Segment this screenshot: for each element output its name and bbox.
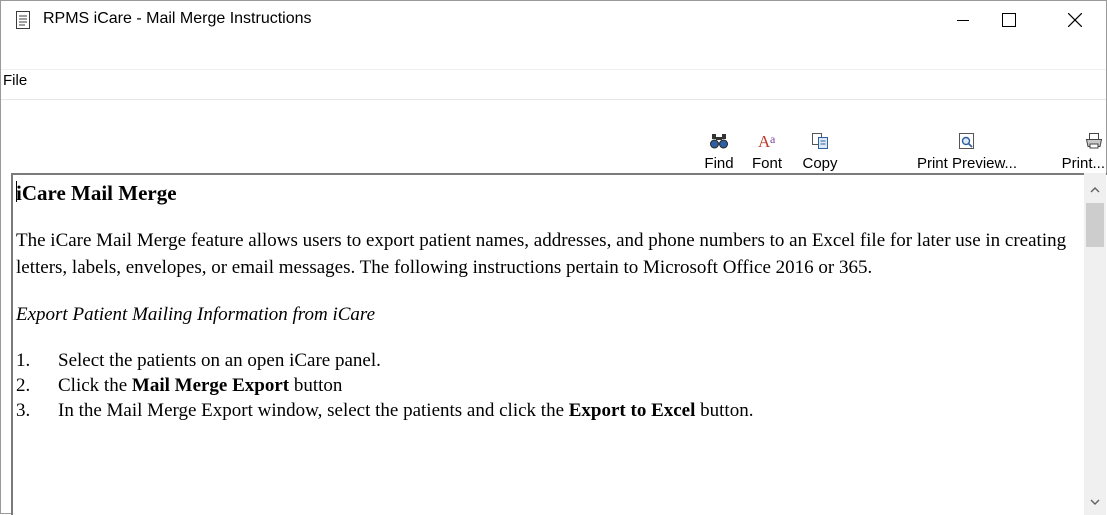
- step-number: 2.: [16, 375, 31, 396]
- printer-icon: [1085, 132, 1103, 150]
- font-button[interactable]: A a Font: [745, 132, 789, 173]
- document-icon: [15, 11, 31, 29]
- step-emphasis: Mail Merge Export: [131, 375, 290, 396]
- vertical-scrollbar[interactable]: [1084, 173, 1106, 515]
- maximize-icon: [1002, 13, 1016, 27]
- copy-icon: [811, 132, 829, 150]
- print-preview-label: Print Preview...: [916, 155, 1018, 172]
- print-preview-icon: [958, 132, 976, 150]
- copy-button[interactable]: Copy: [796, 133, 844, 173]
- step-number: 3.: [16, 400, 31, 421]
- print-button[interactable]: Print...: [1047, 133, 1105, 173]
- font-icon: A a: [758, 132, 776, 151]
- list-item: 1. Select the patients on an open iCare …: [16, 348, 1083, 373]
- maximize-button[interactable]: [986, 1, 1032, 39]
- step-number: 1.: [16, 350, 31, 371]
- section-title: Export Patient Mailing Information from …: [16, 304, 376, 325]
- scroll-down-button[interactable]: [1084, 489, 1106, 511]
- find-label: Find: [704, 155, 734, 172]
- copy-label: Copy: [802, 155, 838, 172]
- font-label: Font: [751, 155, 782, 172]
- step-text: Select the patients on an open iCare pan…: [58, 350, 381, 371]
- intro-paragraph: The iCare Mail Merge feature allows user…: [16, 230, 1067, 278]
- chevron-down-icon: [1090, 492, 1100, 509]
- minimize-button[interactable]: [940, 1, 986, 39]
- print-preview-button[interactable]: Print Preview...: [895, 133, 1039, 173]
- menu-file[interactable]: File: [3, 72, 27, 89]
- step-text: Click the: [58, 375, 132, 396]
- binoculars-icon: [710, 132, 728, 150]
- close-button[interactable]: [1052, 1, 1098, 39]
- menu-bar: File: [1, 70, 1106, 93]
- steps-list: 1. Select the patients on an open iCare …: [16, 348, 1083, 423]
- step-text: button.: [695, 400, 754, 421]
- close-icon: [1068, 13, 1082, 27]
- mail-merge-instructions-window: RPMS iCare - Mail Merge Instructions Fil…: [0, 0, 1107, 515]
- step-emphasis: Export to Excel: [568, 400, 696, 421]
- list-item: 3. In the Mail Merge Export window, sele…: [16, 398, 1083, 423]
- list-item: 2. Click the Mail Merge Export button: [16, 373, 1083, 398]
- step-text: In the Mail Merge Export window, select …: [58, 400, 569, 421]
- svg-text:a: a: [770, 132, 776, 146]
- minimize-icon: [957, 14, 969, 26]
- title-bar: RPMS iCare - Mail Merge Instructions: [1, 1, 1106, 39]
- find-button[interactable]: Find: [697, 133, 741, 173]
- print-label: Print...: [1061, 155, 1105, 172]
- chevron-up-icon: [1090, 180, 1100, 197]
- window-title: RPMS iCare - Mail Merge Instructions: [43, 10, 312, 27]
- scroll-thumb[interactable]: [1086, 203, 1104, 247]
- scroll-up-button[interactable]: [1084, 177, 1106, 199]
- document-heading: iCare Mail Merge: [16, 181, 177, 205]
- instructions-viewer[interactable]: iCare Mail Merge The iCare Mail Merge fe…: [11, 173, 1107, 515]
- document-body: iCare Mail Merge The iCare Mail Merge fe…: [16, 177, 1083, 423]
- step-text: button: [289, 375, 343, 396]
